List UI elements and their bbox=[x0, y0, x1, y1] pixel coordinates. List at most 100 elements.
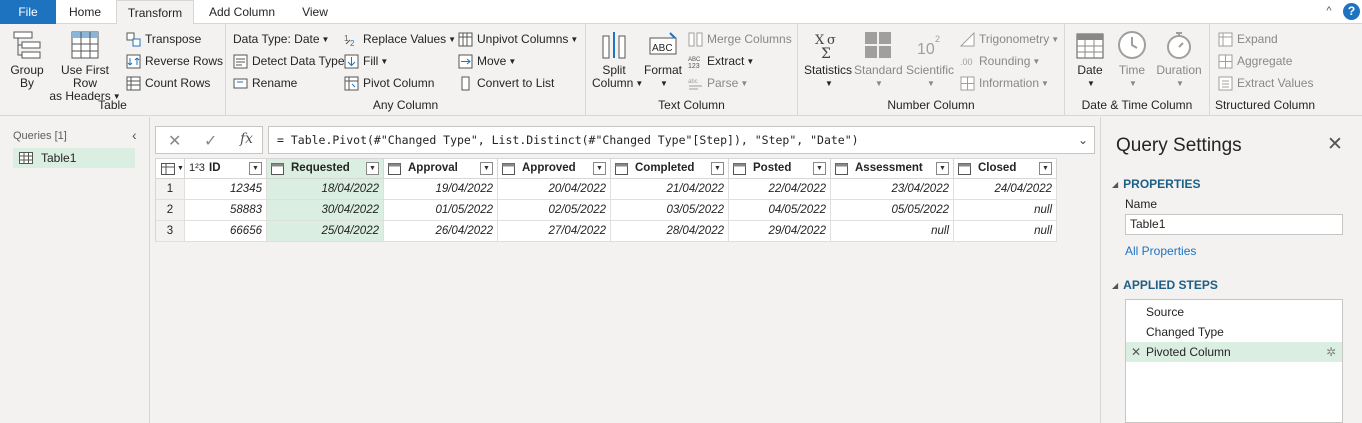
filter-dropdown-icon[interactable]: ▼ bbox=[366, 162, 379, 175]
column-header-assessment[interactable]: Assessment ▼ bbox=[831, 158, 954, 179]
rounding-button[interactable]: .00 Rounding ▼ bbox=[960, 52, 1040, 70]
table-cell[interactable]: 22/04/2022 bbox=[729, 179, 831, 200]
table-cell[interactable]: 24/04/2022 bbox=[954, 179, 1057, 200]
table-cell[interactable]: null bbox=[954, 221, 1057, 242]
table-cell[interactable]: 29/04/2022 bbox=[729, 221, 831, 242]
tab-view[interactable]: View bbox=[290, 0, 340, 24]
column-header-requested[interactable]: Requested ▼ bbox=[267, 158, 384, 179]
transpose-button[interactable]: Transpose bbox=[126, 30, 201, 48]
table-cell[interactable]: 18/04/2022 bbox=[267, 179, 384, 200]
all-properties-link[interactable]: All Properties bbox=[1125, 244, 1196, 258]
convert-to-list-button[interactable]: Convert to List bbox=[458, 74, 554, 92]
close-icon[interactable]: ✕ bbox=[1327, 133, 1343, 156]
move-button[interactable]: Move ▼ bbox=[458, 52, 516, 70]
pivot-column-button[interactable]: Pivot Column bbox=[344, 74, 434, 92]
tab-file[interactable]: File bbox=[0, 0, 56, 24]
group-by-button[interactable]: Group By bbox=[6, 30, 48, 90]
expand-icon bbox=[1218, 32, 1233, 47]
information-button[interactable]: Information ▼ bbox=[960, 74, 1049, 92]
split-column-button[interactable]: Split Column ▼ bbox=[592, 30, 643, 90]
cancel-formula-icon[interactable]: ✕ bbox=[168, 131, 181, 151]
table-cell[interactable]: 12345 bbox=[185, 179, 267, 200]
statistics-button[interactable]: XσΣ Statistics ▼ bbox=[804, 30, 852, 90]
applied-steps-section[interactable]: ◢ APPLIED STEPS bbox=[1112, 278, 1218, 292]
gear-icon[interactable]: ✲ bbox=[1326, 342, 1336, 362]
parse-button[interactable]: abc Parse ▼ bbox=[688, 74, 748, 92]
column-header-closed[interactable]: Closed ▼ bbox=[954, 158, 1057, 179]
table-cell[interactable]: 28/04/2022 bbox=[611, 221, 729, 242]
column-header-id[interactable]: 1²3 ID ▼ bbox=[185, 158, 267, 179]
filter-dropdown-icon[interactable]: ▼ bbox=[711, 162, 724, 175]
detect-data-type-button[interactable]: Detect Data Type bbox=[233, 52, 345, 70]
aggregate-button[interactable]: Aggregate bbox=[1218, 52, 1292, 70]
column-header-approval[interactable]: Approval ▼ bbox=[384, 158, 498, 179]
table-cell[interactable]: 27/04/2022 bbox=[498, 221, 611, 242]
step-pivoted-column[interactable]: ✕ Pivoted Column ✲ bbox=[1126, 342, 1342, 362]
collapse-ribbon-icon[interactable]: ^ bbox=[1322, 4, 1336, 18]
filter-dropdown-icon[interactable]: ▼ bbox=[813, 162, 826, 175]
row-number[interactable]: 1 bbox=[155, 179, 185, 200]
properties-section[interactable]: ◢ PROPERTIES bbox=[1112, 177, 1201, 191]
table-cell[interactable]: 30/04/2022 bbox=[267, 200, 384, 221]
table-cell[interactable]: 26/04/2022 bbox=[384, 221, 498, 242]
query-item-table1[interactable]: Table1 bbox=[13, 148, 135, 168]
time-button[interactable]: Time ▼ bbox=[1113, 30, 1151, 90]
row-number[interactable]: 3 bbox=[155, 221, 185, 242]
extract-button[interactable]: ABC 123 Extract ▼ bbox=[688, 52, 754, 70]
trigonometry-button[interactable]: Trigonometry ▼ bbox=[960, 30, 1059, 48]
table-cell[interactable]: 66656 bbox=[185, 221, 267, 242]
table-cell[interactable]: null bbox=[954, 200, 1057, 221]
table-menu-header[interactable]: ▼ bbox=[155, 158, 185, 179]
table-cell[interactable]: 02/05/2022 bbox=[498, 200, 611, 221]
step-changed-type[interactable]: Changed Type bbox=[1126, 322, 1342, 342]
table-cell[interactable]: 03/05/2022 bbox=[611, 200, 729, 221]
table-cell[interactable]: 20/04/2022 bbox=[498, 179, 611, 200]
merge-columns-button[interactable]: Merge Columns bbox=[688, 30, 792, 48]
expand-button[interactable]: Expand bbox=[1218, 30, 1278, 48]
table-cell[interactable]: 58883 bbox=[185, 200, 267, 221]
help-icon[interactable]: ? bbox=[1343, 3, 1360, 20]
reverse-rows-button[interactable]: Reverse Rows bbox=[126, 52, 223, 70]
fx-icon[interactable]: fx bbox=[240, 131, 253, 147]
scientific-button[interactable]: 10 2 Scientific ▼ bbox=[904, 30, 956, 90]
name-field[interactable]: Table1 bbox=[1125, 214, 1343, 235]
table-cell[interactable]: 19/04/2022 bbox=[384, 179, 498, 200]
formula-input[interactable]: = Table.Pivot(#"Changed Type", List.Dist… bbox=[268, 126, 1095, 154]
data-type-dropdown[interactable]: Data Type: Date ▼ bbox=[233, 30, 329, 48]
table-cell[interactable]: 25/04/2022 bbox=[267, 221, 384, 242]
tab-home[interactable]: Home bbox=[60, 0, 110, 24]
date-button[interactable]: Date ▼ bbox=[1071, 30, 1109, 90]
fill-button[interactable]: Fill ▼ bbox=[344, 52, 388, 70]
table-cell[interactable]: null bbox=[831, 221, 954, 242]
filter-dropdown-icon[interactable]: ▼ bbox=[1039, 162, 1052, 175]
rename-button[interactable]: Rename bbox=[233, 74, 297, 92]
replace-values-button[interactable]: 1 2 Replace Values ▼ bbox=[344, 30, 456, 48]
table-cell[interactable]: 21/04/2022 bbox=[611, 179, 729, 200]
tab-transform[interactable]: Transform bbox=[116, 0, 194, 25]
duration-button[interactable]: Duration ▼ bbox=[1153, 30, 1205, 90]
standard-button[interactable]: Standard ▼ bbox=[854, 30, 903, 90]
table-cell[interactable]: 04/05/2022 bbox=[729, 200, 831, 221]
commit-formula-icon[interactable]: ✓ bbox=[204, 131, 217, 151]
extract-values-button[interactable]: Extract Values bbox=[1218, 74, 1313, 92]
table-cell[interactable]: 05/05/2022 bbox=[831, 200, 954, 221]
delete-step-icon[interactable]: ✕ bbox=[1131, 342, 1141, 362]
format-button[interactable]: ABC Format ▼ bbox=[642, 30, 684, 90]
unpivot-columns-button[interactable]: Unpivot Columns ▼ bbox=[458, 30, 578, 48]
filter-dropdown-icon[interactable]: ▼ bbox=[593, 162, 606, 175]
collapse-queries-icon[interactable]: ‹ bbox=[132, 127, 137, 143]
row-number[interactable]: 2 bbox=[155, 200, 185, 221]
use-first-row-button[interactable]: Use First Row as Headers ▼ bbox=[48, 30, 122, 103]
table-cell[interactable]: 01/05/2022 bbox=[384, 200, 498, 221]
filter-dropdown-icon[interactable]: ▼ bbox=[936, 162, 949, 175]
tab-add-column[interactable]: Add Column bbox=[198, 0, 286, 24]
step-source[interactable]: Source bbox=[1126, 302, 1342, 322]
expand-formula-icon[interactable]: ⌄ bbox=[1078, 127, 1088, 153]
table-cell[interactable]: 23/04/2022 bbox=[831, 179, 954, 200]
column-header-completed[interactable]: Completed ▼ bbox=[611, 158, 729, 179]
count-rows-button[interactable]: Count Rows bbox=[126, 74, 210, 92]
column-header-posted[interactable]: Posted ▼ bbox=[729, 158, 831, 179]
column-header-approved[interactable]: Approved ▼ bbox=[498, 158, 611, 179]
filter-dropdown-icon[interactable]: ▼ bbox=[480, 162, 493, 175]
filter-dropdown-icon[interactable]: ▼ bbox=[249, 162, 262, 175]
